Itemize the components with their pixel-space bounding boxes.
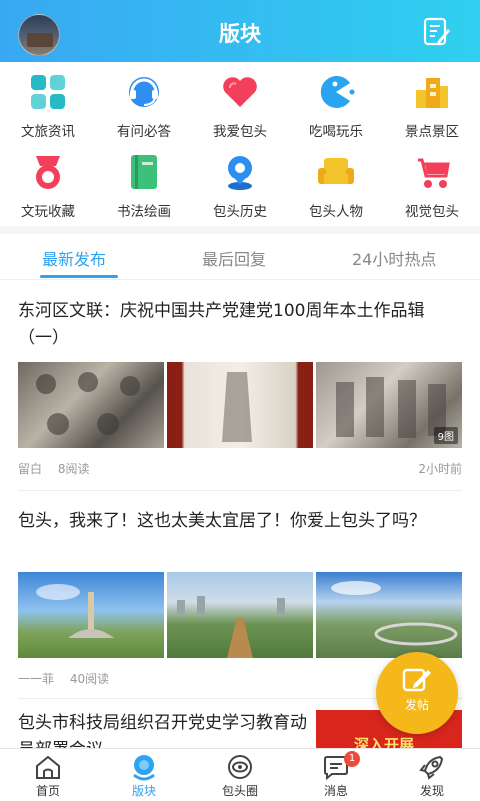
header-bar: 版块 <box>0 0 480 62</box>
heart-icon <box>223 77 257 107</box>
nav-messages[interactable]: 1 消息 <box>288 749 384 801</box>
post-image[interactable]: 9图 <box>316 362 462 448</box>
post-images <box>18 572 462 658</box>
post-time: 2小时前 <box>418 462 462 476</box>
category-label: 书法绘画 <box>117 204 171 220</box>
nav-label: 包头圈 <box>221 784 258 798</box>
category-label: 文旅资讯 <box>21 124 75 140</box>
nav-label: 发现 <box>419 784 444 798</box>
category-label: 视觉包头 <box>405 204 459 220</box>
post-divider <box>18 490 462 491</box>
nav-blocks[interactable]: 版块 <box>96 749 192 801</box>
nav-home[interactable]: 首页 <box>0 749 96 801</box>
feed-tabs: 最新发布 最后回复 24小时热点 <box>0 234 480 280</box>
home-icon <box>36 755 60 779</box>
eye-icon <box>228 755 252 779</box>
active-tab-indicator <box>40 275 118 278</box>
post-image[interactable] <box>316 572 462 658</box>
category-love-baotou[interactable]: 我爱包头 <box>192 72 288 144</box>
nav-discover[interactable]: 发现 <box>384 749 480 801</box>
tab-hot-24h[interactable]: 24小时热点 <box>352 246 436 270</box>
pacman-icon <box>320 76 355 108</box>
edit-icon[interactable] <box>422 17 452 47</box>
fab-label: 发帖 <box>404 698 429 712</box>
post-images: 9图 <box>18 362 462 448</box>
post-image[interactable] <box>167 362 313 448</box>
post-title[interactable]: 东河区文联：庆祝中国共产党建党100周年本土作品辑（一） <box>18 298 464 352</box>
image-count-badge: 9图 <box>433 427 458 444</box>
category-wenlv[interactable]: 文旅资讯 <box>0 72 96 144</box>
book-icon <box>131 155 157 189</box>
post-image[interactable] <box>167 572 313 658</box>
nav-label: 消息 <box>323 784 348 798</box>
building-icon <box>416 78 448 108</box>
post-reads: 40阅读 <box>69 672 110 686</box>
blocks-icon <box>133 755 155 781</box>
post-reads: 8阅读 <box>57 462 90 476</box>
category-collect[interactable]: 文玩收藏 <box>0 152 96 224</box>
post-image[interactable] <box>18 572 164 658</box>
rocket-icon <box>419 755 444 780</box>
post-author[interactable]: 一一菲 <box>18 672 54 686</box>
category-label: 文玩收藏 <box>21 204 75 220</box>
nav-label: 版块 <box>131 784 156 798</box>
page-title: 版块 <box>219 22 261 46</box>
new-post-button[interactable]: 发帖 <box>376 652 458 734</box>
sofa-icon <box>318 158 354 184</box>
category-label: 有问必答 <box>117 124 171 140</box>
post-title[interactable]: 包头，我来了！这也太美太宜居了！你爱上包头了吗？ <box>18 508 464 535</box>
nav-circle[interactable]: 包头圈 <box>192 749 288 801</box>
category-visual[interactable]: 视觉包头 <box>384 152 480 224</box>
section-divider <box>0 226 480 234</box>
category-food-fun[interactable]: 吃喝玩乐 <box>288 72 384 144</box>
grid-icon <box>31 75 65 109</box>
post-meta: 留白 8阅读 2小时前 <box>18 460 462 477</box>
category-label: 吃喝玩乐 <box>309 124 363 140</box>
nav-label: 首页 <box>35 784 60 798</box>
category-label: 景点景区 <box>405 124 459 140</box>
compose-icon <box>402 668 431 692</box>
category-qa[interactable]: 有问必答 <box>96 72 192 144</box>
headset-icon <box>129 77 159 107</box>
stroller-icon <box>418 158 450 188</box>
tab-latest[interactable]: 最新发布 <box>42 246 106 270</box>
unread-badge: 1 <box>344 751 360 767</box>
category-label: 包头历史 <box>213 204 267 220</box>
bottom-nav: 首页 版块 包头圈 1 消息 发现 <box>0 748 480 800</box>
post-author[interactable]: 留白 <box>18 462 42 476</box>
tab-last-reply[interactable]: 最后回复 <box>202 246 266 270</box>
category-label: 我爱包头 <box>213 124 267 140</box>
post-image[interactable] <box>18 362 164 448</box>
medal-icon <box>36 156 60 189</box>
category-people[interactable]: 包头人物 <box>288 152 384 224</box>
category-calligraphy[interactable]: 书法绘画 <box>96 152 192 224</box>
category-history[interactable]: 包头历史 <box>192 152 288 224</box>
category-label: 包头人物 <box>309 204 363 220</box>
location-icon <box>228 156 252 190</box>
category-scenic[interactable]: 景点景区 <box>384 72 480 144</box>
